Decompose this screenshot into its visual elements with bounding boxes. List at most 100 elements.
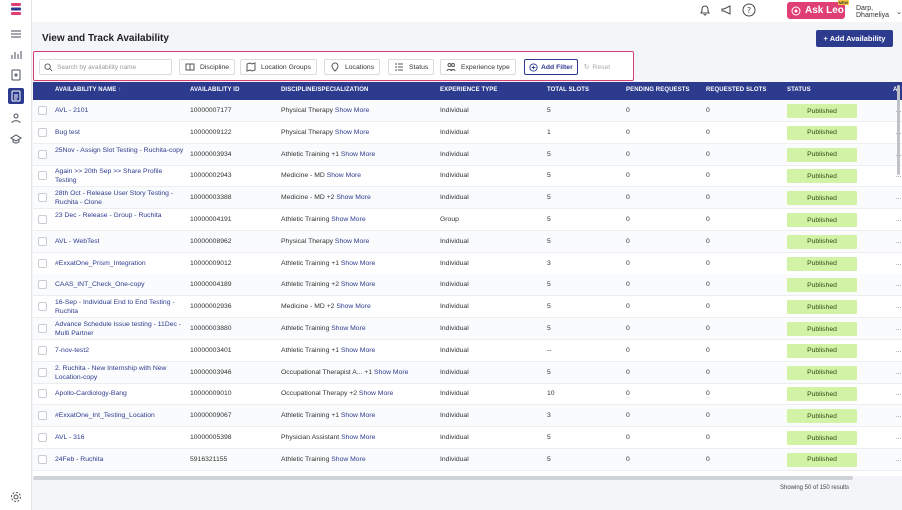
table-row[interactable]: AVL - 316 10000005398 Physician Assistant … xyxy=(33,427,902,449)
availability-name-link[interactable]: Bug test xyxy=(55,128,185,137)
table-row[interactable]: #ExxatOne_Int_Testing_Location 1000000906… xyxy=(33,405,902,428)
filter-experience-type[interactable]: Experience type xyxy=(440,59,516,75)
availability-name-link[interactable]: AVL - 2101 xyxy=(55,106,185,115)
availability-document-icon[interactable] xyxy=(8,88,24,104)
table-row[interactable]: 7-nov-test2 10000003401 Athletic Training … xyxy=(33,340,902,362)
row-checkbox[interactable] xyxy=(38,236,47,246)
show-more-link[interactable]: Show More xyxy=(359,390,393,397)
row-actions-icon[interactable]: … xyxy=(895,434,902,441)
ask-leo-button[interactable]: Ask Leo NEW xyxy=(787,0,849,19)
add-availability-button[interactable]: + Add Availability xyxy=(816,30,893,47)
vertical-scrollbar[interactable] xyxy=(897,85,900,175)
row-actions-icon[interactable]: … xyxy=(895,369,902,376)
availability-name-link[interactable]: #ExxatOne_Prism_Integration xyxy=(55,259,185,268)
row-checkbox[interactable] xyxy=(38,454,47,464)
row-checkbox[interactable] xyxy=(38,433,47,442)
row-actions-icon[interactable]: … xyxy=(895,238,902,245)
users-group-icon[interactable] xyxy=(9,111,23,125)
column-status[interactable]: Status xyxy=(787,87,811,93)
row-actions-icon[interactable]: … xyxy=(895,325,902,332)
help-icon[interactable]: ? xyxy=(742,3,756,17)
column-availability-name[interactable]: Availability Name ↑ xyxy=(55,87,121,93)
show-more-link[interactable]: Show More xyxy=(331,216,365,223)
column-requested-slots[interactable]: Requested Slots xyxy=(706,87,767,93)
show-more-link[interactable]: Show More xyxy=(335,238,369,245)
row-actions-icon[interactable]: … xyxy=(895,260,902,267)
column-discipline[interactable]: Discipline/Specialization xyxy=(281,87,368,93)
filter-status[interactable]: Status xyxy=(388,59,435,75)
menu-icon[interactable] xyxy=(9,27,23,41)
row-checkbox[interactable] xyxy=(38,367,47,377)
row-checkbox[interactable] xyxy=(38,324,47,333)
settings-gear-icon[interactable] xyxy=(9,490,23,504)
row-actions-icon[interactable]: … xyxy=(895,281,902,288)
table-row[interactable]: CAAS_INT_Check_One-copy 10000004189 Athlet… xyxy=(33,274,902,297)
column-pending-requests[interactable]: Pending Requests xyxy=(626,87,690,93)
row-actions-icon[interactable]: … xyxy=(895,194,902,201)
availability-name-link[interactable]: AVL - WebTest xyxy=(55,237,185,246)
search-input[interactable]: Search by availability name xyxy=(39,59,172,75)
row-actions-icon[interactable]: … xyxy=(895,390,902,397)
availability-name-link[interactable]: 25Nov - Assign Slot Testing - Ruchita-co… xyxy=(55,146,185,155)
row-checkbox[interactable] xyxy=(38,280,47,290)
show-more-link[interactable]: Show More xyxy=(331,456,365,463)
column-availability-id[interactable]: Availability ID xyxy=(190,87,240,93)
row-actions-icon[interactable]: … xyxy=(895,216,902,223)
table-row[interactable]: 24Feb - Ruchita 5916321155 Athletic Traini… xyxy=(33,448,902,471)
show-more-link[interactable]: Show More xyxy=(327,172,361,179)
reset-button[interactable]: ↻ Reset xyxy=(584,63,610,72)
analytics-icon[interactable] xyxy=(9,48,23,62)
row-actions-icon[interactable]: … xyxy=(895,412,902,419)
show-more-link[interactable]: Show More xyxy=(341,412,375,419)
row-actions-icon[interactable]: … xyxy=(895,303,902,310)
availability-name-link[interactable]: Apollo-Cardiology-Bang xyxy=(55,389,185,398)
table-row[interactable]: 2. Ruchita - New Internship with New Loc… xyxy=(33,361,902,384)
column-total-slots[interactable]: Total Slots xyxy=(547,87,589,93)
row-actions-icon[interactable]: … xyxy=(895,347,902,354)
availability-name-link[interactable]: CAAS_INT_Check_One-copy xyxy=(55,280,185,289)
filter-discipline[interactable]: Discipline xyxy=(179,59,236,75)
show-more-link[interactable]: Show More xyxy=(341,281,375,288)
availability-name-link[interactable]: #ExxatOne_Int_Testing_Location xyxy=(55,411,185,420)
user-menu[interactable]: Darp, Dhameliya ⌄ xyxy=(856,5,902,19)
availability-name-link[interactable]: Advance Schedule Issue testing - 11Dec -… xyxy=(55,320,185,338)
filter-locations[interactable]: Locations xyxy=(324,59,381,75)
show-more-link[interactable]: Show More xyxy=(341,347,375,354)
availability-name-link[interactable]: 28th Oct - Release User Story Testing - … xyxy=(55,189,185,207)
availability-name-link[interactable]: 2. Ruchita - New Internship with New Loc… xyxy=(55,364,185,382)
row-checkbox[interactable] xyxy=(38,193,47,203)
table-row[interactable]: Advance Schedule Issue testing - 11Dec -… xyxy=(33,318,902,340)
availability-name-link[interactable]: 24Feb - Ruchita xyxy=(55,455,185,464)
show-more-link[interactable]: Show More xyxy=(341,434,375,441)
column-experience-type[interactable]: Experience Type xyxy=(440,87,498,93)
table-row[interactable]: Apollo-Cardiology-Bang 10000009010 Occupat… xyxy=(33,383,902,406)
notification-bell-icon[interactable] xyxy=(698,3,712,17)
row-actions-icon[interactable]: … xyxy=(895,456,902,463)
availability-name-link[interactable]: 7-nov-test2 xyxy=(55,346,185,355)
show-more-link[interactable]: Show More xyxy=(341,151,375,158)
availability-name-link[interactable]: Again >> 20th Sep >> Share Profile Testi… xyxy=(55,167,185,185)
show-more-link[interactable]: Show More xyxy=(374,369,408,376)
show-more-link[interactable]: Show More xyxy=(336,194,370,201)
horizontal-scrollbar[interactable] xyxy=(33,476,853,480)
app-logo-icon[interactable] xyxy=(9,2,23,16)
availability-name-link[interactable]: 23 Dec - Release - Group - Ruchita xyxy=(55,211,185,220)
add-document-icon[interactable] xyxy=(9,68,23,82)
row-checkbox[interactable] xyxy=(38,215,47,224)
row-checkbox[interactable] xyxy=(38,345,47,355)
graduation-cap-icon[interactable] xyxy=(9,132,23,146)
availability-name-link[interactable]: AVL - 316 xyxy=(55,433,185,442)
availability-name-link[interactable]: 16-Sep - Individual End to End Testing -… xyxy=(55,298,185,316)
show-more-link[interactable]: Show More xyxy=(335,129,369,136)
table-row[interactable]: AVL - 2101 10000007177 Physical Therapy Sh… xyxy=(33,100,902,122)
filter-location-groups[interactable]: Location Groups xyxy=(240,59,317,75)
table-row[interactable]: 25Nov - Assign Slot Testing - Ruchita-co… xyxy=(33,143,902,166)
show-more-link[interactable]: Show More xyxy=(335,107,369,114)
announcement-megaphone-icon[interactable] xyxy=(720,3,734,17)
table-row[interactable]: AVL - WebTest 10000008962 Physical Therapy… xyxy=(33,230,902,253)
show-more-link[interactable]: Show More xyxy=(331,325,365,332)
table-row[interactable]: 23 Dec - Release - Group - Ruchita 100000… xyxy=(33,209,902,231)
table-row[interactable]: #ExxatOne_Prism_Integration 10000009012 At… xyxy=(33,253,902,275)
show-more-link[interactable]: Show More xyxy=(341,260,375,267)
table-row[interactable]: 16-Sep - Individual End to End Testing -… xyxy=(33,296,902,319)
